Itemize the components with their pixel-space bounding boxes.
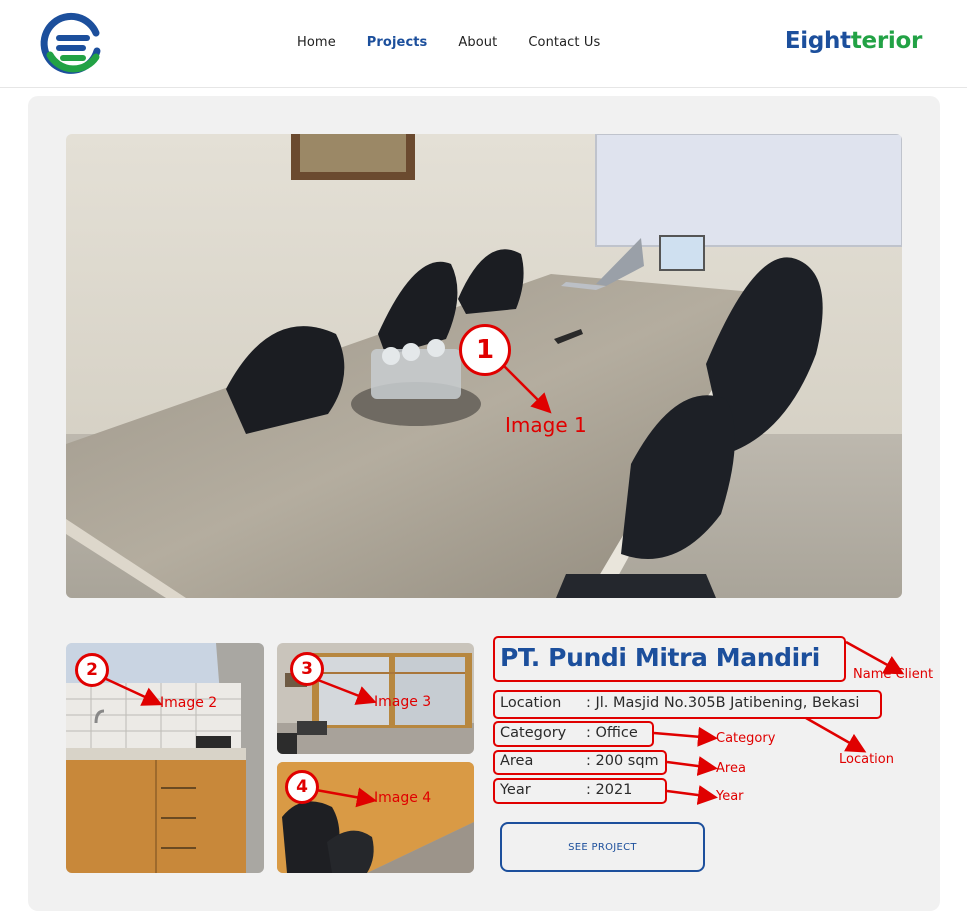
annotation-label-location: Location xyxy=(839,752,894,767)
annotation-box-client-name xyxy=(493,636,846,682)
annotation-box-area xyxy=(493,750,667,775)
annotation-number-4: 4 xyxy=(285,770,319,804)
annotation-number-3: 3 xyxy=(290,652,324,686)
annotation-box-year xyxy=(493,778,667,804)
annotation-label-image-1: Image 1 xyxy=(505,413,587,437)
brand-part-eight: Eight xyxy=(784,28,851,54)
annotation-box-category xyxy=(493,721,654,747)
annotation-label-year: Year xyxy=(716,789,744,804)
brand-part-terior: terior xyxy=(850,28,922,54)
annotation-label-image-2: Image 2 xyxy=(160,695,218,711)
nav-contact-us[interactable]: Contact Us xyxy=(528,35,600,50)
annotation-label-image-4: Image 4 xyxy=(374,790,432,806)
nav-about[interactable]: About xyxy=(458,35,497,50)
annotation-label-image-3: Image 3 xyxy=(374,694,432,710)
nav-projects[interactable]: Projects xyxy=(367,35,428,50)
annotation-label-category: Category xyxy=(716,731,776,746)
annotation-label-name-client: Name Client xyxy=(853,667,934,682)
annotation-number-2: 2 xyxy=(75,653,109,687)
site-header: Home Projects About Contact Us Eightteri… xyxy=(0,0,967,88)
annotation-label-area: Area xyxy=(716,761,746,776)
brand-wordmark[interactable]: Eightterior xyxy=(785,28,922,54)
nav-home[interactable]: Home xyxy=(297,35,336,50)
see-project-button[interactable]: SEE PROJECT xyxy=(500,822,705,872)
annotation-number-1: 1 xyxy=(459,324,511,376)
annotation-box-location xyxy=(493,690,882,719)
eighterior-logo-icon[interactable] xyxy=(40,11,106,77)
main-nav: Home Projects About Contact Us xyxy=(297,35,631,50)
